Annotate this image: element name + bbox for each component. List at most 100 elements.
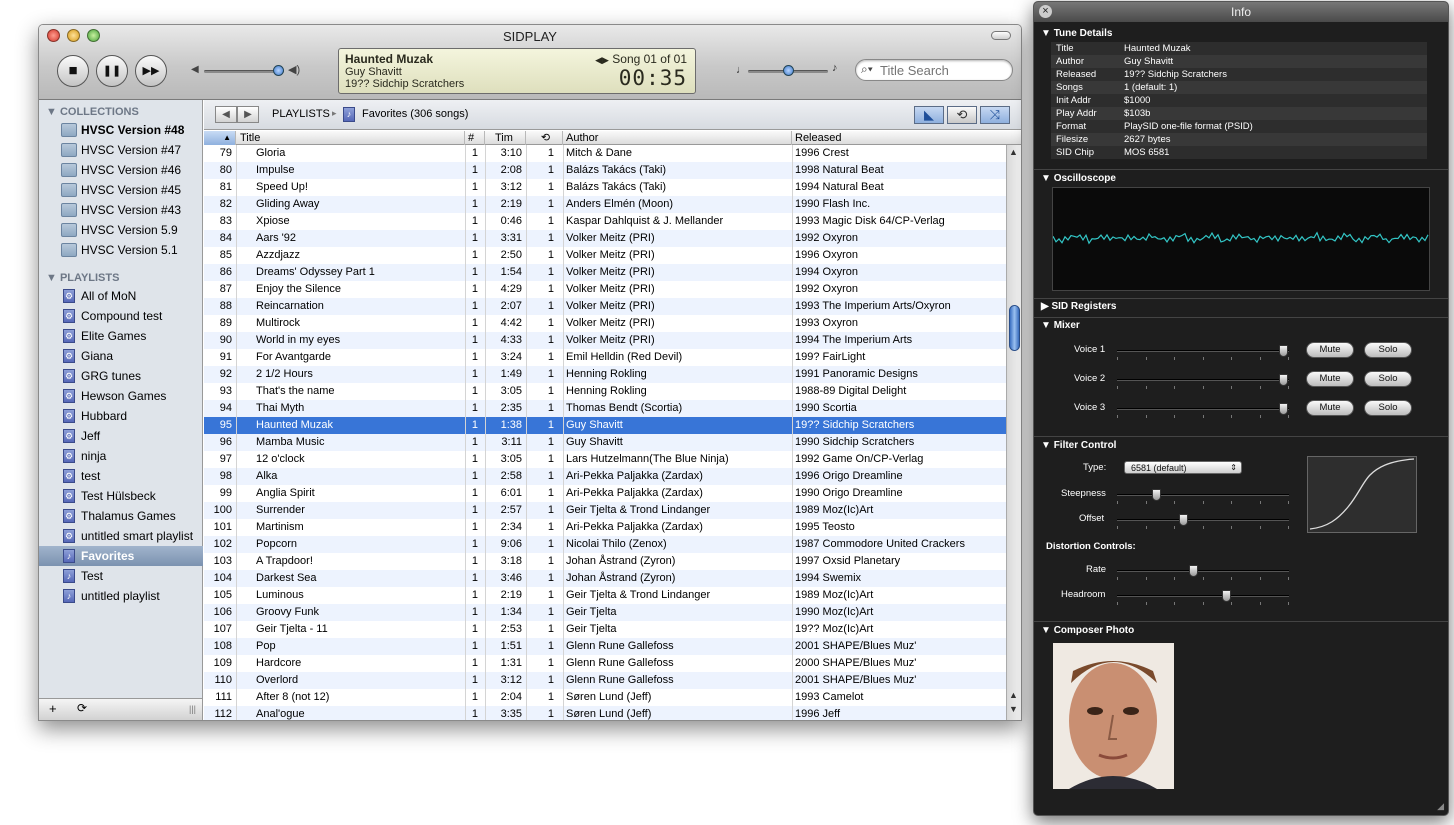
composer-photo-header[interactable]: ▼ Composer Photo [1041,625,1134,636]
refresh-button[interactable]: ⟳ [77,701,87,715]
sidebar-playlist-item[interactable]: ♪ Test [39,566,203,586]
sidebar-playlist-item[interactable]: ⚙ test [39,466,203,486]
table-row[interactable]: 112 Anal'ogue 1 3:35 1 Søren Lund (Jeff) 1996 … [204,706,1006,720]
sidebar-playlist-item[interactable]: ⚙ Thalamus Games [39,506,203,526]
table-row[interactable]: 96 Mamba Music 1 3:11 1 Guy Shavitt 1990 Sidch… [204,434,1006,451]
table-row[interactable]: 89 Multirock 1 4:42 1 Volker Meitz (PRI) 1993 … [204,315,1006,332]
toolbar-toggle-button[interactable] [991,31,1011,40]
title-search[interactable]: ⌕▾ [855,59,1013,81]
sidebar-playlist-item[interactable]: ⚙ Test Hülsbeck [39,486,203,506]
sidebar-playlist-item[interactable]: ⚙ GRG tunes [39,366,203,386]
steepness-slider-thumb[interactable] [1152,489,1161,501]
tempo-knob[interactable] [783,65,794,76]
close-icon[interactable]: × [1039,5,1052,18]
song-arrows-icon[interactable]: ◀▶ [595,55,609,65]
volume-slider[interactable] [204,65,284,76]
offset-slider-thumb[interactable] [1179,514,1188,526]
table-row[interactable]: 106 Groovy Funk 1 1:34 1 Geir Tjelta 1990 Moz(… [204,604,1006,621]
table-row[interactable]: 80 Impulse 1 2:08 1 Balázs Takács (Taki) 1998 … [204,162,1006,179]
column-number[interactable]: # [465,131,485,145]
table-row[interactable]: 92 2 1/2 Hours 1 1:49 1 Henning Rokling 1991 P… [204,366,1006,383]
table-row[interactable]: 93 That's the name 1 3:05 1 Henning Rokling 19… [204,383,1006,400]
column-title[interactable]: Title [237,131,465,145]
voice-volume-slider-thumb[interactable] [1279,403,1288,415]
filter-type-select[interactable]: 6581 (default) ⇕ [1124,461,1242,474]
collection-item[interactable]: HVSC Version #43 [39,200,203,220]
table-row[interactable]: 83 Xpiose 1 0:46 1 Kaspar Dahlquist & J. Mell… [204,213,1006,230]
table-row[interactable]: 101 Martinism 1 2:34 1 Ari-Pekka Paljakka (Za… [204,519,1006,536]
table-row[interactable]: 98 Alka 1 2:58 1 Ari-Pekka Paljakka (Zardax) 1… [204,468,1006,485]
mute-button[interactable]: Mute [1306,371,1354,387]
mute-button[interactable]: Mute [1306,400,1354,416]
table-row[interactable]: 99 Anglia Spirit 1 6:01 1 Ari-Pekka Paljakka … [204,485,1006,502]
table-row[interactable]: 81 Speed Up! 1 3:12 1 Balázs Takács (Taki) 199… [204,179,1006,196]
resize-grip-icon[interactable]: ||| [189,704,196,714]
repeat-button[interactable]: ⟲ [947,106,977,124]
back-button[interactable]: ◀ [215,106,237,123]
voice-volume-slider-thumb[interactable] [1279,374,1288,386]
sidebar-playlist-item[interactable]: ⚙ Compound test [39,306,203,326]
voice-volume-slider[interactable] [1117,374,1289,389]
table-row[interactable]: 100 Surrender 1 2:57 1 Geir Tjelta & Trond Li… [204,502,1006,519]
sort-indicator-icon[interactable]: ▲ [204,131,236,145]
filter-control-header[interactable]: ▼ Filter Control [1041,440,1116,451]
table-row[interactable]: 111 After 8 (not 12) 1 2:04 1 Søren Lund (Jef… [204,689,1006,706]
oscilloscope-header[interactable]: ▼ Oscilloscope [1041,173,1116,184]
forward-button[interactable]: ▶ [237,106,259,123]
collection-item[interactable]: HVSC Version 5.9 [39,220,203,240]
sidebar-playlist-item[interactable]: ♪ Favorites [39,546,203,566]
table-row[interactable]: 88 Reincarnation 1 2:07 1 Volker Meitz (PRI) 1… [204,298,1006,315]
column-author[interactable]: Author [563,131,792,145]
table-row[interactable]: 84 Aars '92 1 3:31 1 Volker Meitz (PRI) 1992 O… [204,230,1006,247]
table-row[interactable]: 110 Overlord 1 3:12 1 Glenn Rune Gallefoss 200… [204,672,1006,689]
collection-item[interactable]: HVSC Version #47 [39,140,203,160]
volume-knob[interactable] [273,65,284,76]
table-row[interactable]: 82 Gliding Away 1 2:19 1 Anders Elmén (Moon) 1… [204,196,1006,213]
column-time[interactable]: Tim [485,131,526,145]
collection-item[interactable]: HVSC Version #45 [39,180,203,200]
voice-volume-slider-thumb[interactable] [1279,345,1288,357]
pause-button[interactable]: ❚❚ [96,55,128,87]
add-playlist-button[interactable]: + [49,701,57,716]
headroom-slider[interactable] [1117,590,1289,605]
mixer-header[interactable]: ▼ Mixer [1041,320,1080,331]
mute-button[interactable]: Mute [1306,342,1354,358]
sidebar-playlist-item[interactable]: ⚙ Hubbard [39,406,203,426]
table-row[interactable]: 79 Gloria 1 3:10 1 Mitch & Dane 1996 Crest [204,145,1006,162]
table-row[interactable]: 97 12 o'clock 1 3:05 1 Lars Hutzelmann(The Bl… [204,451,1006,468]
scroll-up-icon[interactable]: ▲ [1009,690,1018,700]
sidebar-playlist-item[interactable]: ⚙ Hewson Games [39,386,203,406]
collections-header[interactable]: ▼ COLLECTIONS [46,106,139,118]
scroll-down-icon[interactable]: ▼ [1009,704,1018,714]
tune-details-header[interactable]: ▼ Tune Details [1041,28,1112,39]
table-row[interactable]: 91 For Avantgarde 1 3:24 1 Emil Helldin (Red … [204,349,1006,366]
table-row[interactable]: 95 Haunted Muzak 1 1:38 1 Guy Shavitt 19?? Sid… [204,417,1006,434]
voice-volume-slider[interactable] [1117,403,1289,418]
sidebar-playlist-item[interactable]: ♪ untitled playlist [39,586,203,606]
table-row[interactable]: 86 Dreams' Odyssey Part 1 1 1:54 1 Volker Mei… [204,264,1006,281]
sidebar-playlist-item[interactable]: ⚙ Giana [39,346,203,366]
column-subsongs[interactable]: ⟲ [526,131,563,145]
collection-item[interactable]: HVSC Version #46 [39,160,203,180]
sidebar-playlist-item[interactable]: ⚙ All of MoN [39,286,203,306]
table-row[interactable]: 107 Geir Tjelta - 11 1 2:53 1 Geir Tjelta 19??… [204,621,1006,638]
tempo-slider[interactable] [748,65,828,76]
table-row[interactable]: 104 Darkest Sea 1 3:46 1 Johan Åstrand (Zyron… [204,570,1006,587]
playlists-header[interactable]: ▼ PLAYLISTS [46,272,119,284]
table-row[interactable]: 94 Thai Myth 1 2:35 1 Thomas Bendt (Scortia) 1… [204,400,1006,417]
solo-button[interactable]: Solo [1364,371,1412,387]
column-released[interactable]: Released [792,131,1021,145]
collection-item[interactable]: HVSC Version 5.1 [39,240,203,260]
scroll-thumb[interactable] [1009,305,1020,351]
sidebar-playlist-item[interactable]: ⚙ ninja [39,446,203,466]
breadcrumb-root[interactable]: PLAYLISTS [272,108,330,120]
table-row[interactable]: 102 Popcorn 1 9:06 1 Nicolai Thilo (Zenox) 198… [204,536,1006,553]
rate-slider-thumb[interactable] [1189,565,1198,577]
scroll-up-icon[interactable]: ▲ [1009,147,1018,157]
sidebar-playlist-item[interactable]: ⚙ untitled smart playlist [39,526,203,546]
resize-grip-icon[interactable]: ◢ [1437,801,1444,812]
collection-item[interactable]: HVSC Version #48 [39,120,203,140]
solo-button[interactable]: Solo [1364,400,1412,416]
voice-volume-slider[interactable] [1117,345,1289,360]
table-row[interactable]: 85 Azzdjazz 1 2:50 1 Volker Meitz (PRI) 1996 O… [204,247,1006,264]
